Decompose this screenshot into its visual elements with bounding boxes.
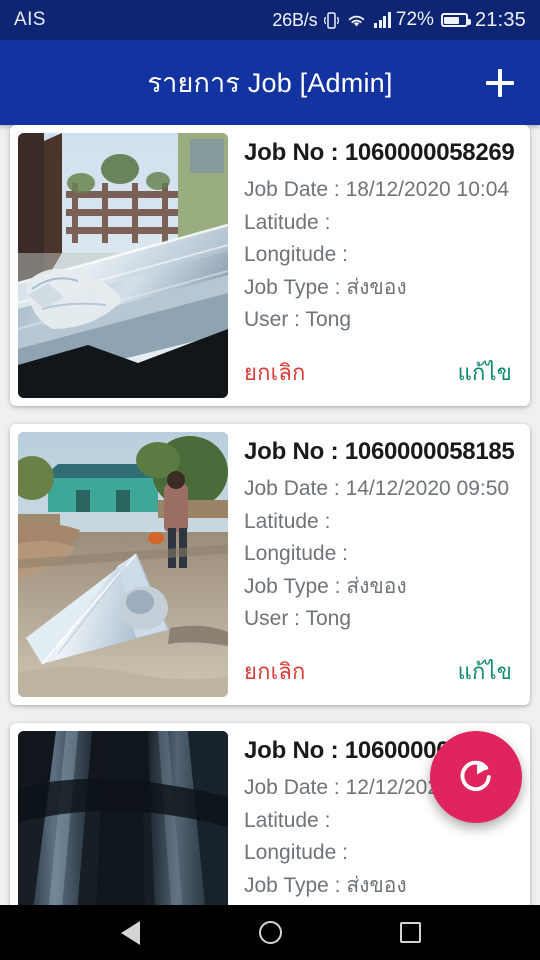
cancel-button[interactable]: ยกเลิก xyxy=(244,654,306,689)
battery-icon xyxy=(440,13,471,27)
job-date-label: Job Date : xyxy=(244,178,340,201)
vibrate-icon xyxy=(324,11,340,30)
user-label: User : xyxy=(244,308,301,332)
edit-button[interactable]: แก้ไข xyxy=(458,654,512,689)
job-no-label: Job No : xyxy=(244,139,339,166)
job-date-row: Job Date : 18/12/2020 10:04 xyxy=(244,174,530,207)
job-type-value: ส่งของ xyxy=(346,574,407,598)
job-type-label: Job Type : xyxy=(244,275,341,299)
job-type-row: Job Type : ส่งของ xyxy=(244,870,530,903)
android-nav-bar xyxy=(0,905,540,960)
network-speed-label: 26B/s xyxy=(272,9,318,30)
job-thumbnail[interactable] xyxy=(18,731,228,905)
longitude-label: Longitude : xyxy=(244,542,348,566)
job-no-label: Job No : xyxy=(244,438,339,465)
user-row: User : Tong xyxy=(244,603,530,636)
job-type-value: ส่งของ xyxy=(346,873,407,897)
status-icons: 26B/s 72% 21:35 xyxy=(272,9,526,32)
job-thumbnail[interactable] xyxy=(18,133,228,398)
job-no-value: 1060000058185 xyxy=(344,438,515,465)
job-no-value: 1060000058269 xyxy=(344,139,515,166)
longitude-label: Longitude : xyxy=(244,841,348,865)
page-title: รายการ Job [Admin] xyxy=(147,68,393,98)
nav-recents-button[interactable] xyxy=(380,905,440,960)
plus-icon xyxy=(486,68,514,97)
roofing-sheets-night-photo xyxy=(18,731,228,905)
clock-label: 21:35 xyxy=(474,8,526,31)
refresh-icon xyxy=(460,760,491,791)
add-job-button[interactable] xyxy=(474,57,526,109)
latitude-label: Latitude : xyxy=(244,808,331,832)
recents-square-icon xyxy=(399,922,421,943)
job-no-label: Job No : xyxy=(244,737,339,764)
job-card[interactable]: Job No : 1060000058269 Job Date : 18/12/… xyxy=(10,125,530,406)
user-row: User : Tong xyxy=(244,304,530,337)
battery-percent-label: 72% xyxy=(395,9,434,30)
job-no-row: Job No : 1060000058269 xyxy=(244,139,530,167)
job-type-label: Job Type : xyxy=(244,574,341,598)
status-bar: AIS 26B/s 72% 21:35 xyxy=(0,0,540,40)
latitude-label: Latitude : xyxy=(244,210,331,234)
job-no-row: Job No : 1060000058185 xyxy=(244,438,530,466)
latitude-row: Latitude : xyxy=(244,207,530,240)
phone-screen: AIS 26B/s 72% 21:35 รายการ Job [Admin] J… xyxy=(0,0,540,960)
job-date-label: Job Date : xyxy=(244,477,340,500)
job-card[interactable]: Job No : 1060000058185 Job Date : 14/12/… xyxy=(10,424,530,705)
app-bar: รายการ Job [Admin] xyxy=(0,40,540,125)
job-date-value: 18/12/2020 10:04 xyxy=(345,178,510,201)
longitude-label: Longitude : xyxy=(244,243,348,267)
cancel-button[interactable]: ยกเลิก xyxy=(244,355,306,390)
edit-button[interactable]: แก้ไข xyxy=(458,355,512,390)
user-value: Tong xyxy=(305,607,352,631)
job-date-row: Job Date : 14/12/2020 09:50 xyxy=(244,473,530,506)
carrier-label: AIS xyxy=(14,9,46,30)
nav-home-button[interactable] xyxy=(240,905,300,960)
nav-back-button[interactable] xyxy=(100,905,160,960)
back-triangle-icon xyxy=(120,920,140,945)
longitude-row: Longitude : xyxy=(244,538,530,571)
job-type-row: Job Type : ส่งของ xyxy=(244,272,530,305)
roofing-sheet-on-ground-photo xyxy=(18,432,228,697)
job-type-value: ส่งของ xyxy=(346,275,407,299)
job-details: Job No : 1060000058269 Job Date : 18/12/… xyxy=(228,125,530,406)
wifi-icon xyxy=(346,12,367,29)
job-details: Job No : 1060000058185 Job Date : 14/12/… xyxy=(228,424,530,705)
user-value: Tong xyxy=(305,308,352,332)
longitude-row: Longitude : xyxy=(244,239,530,272)
job-thumbnail[interactable] xyxy=(18,432,228,697)
job-date-label: Job Date : xyxy=(244,776,340,799)
signal-bars-icon xyxy=(374,12,391,28)
latitude-row: Latitude : xyxy=(244,506,530,539)
card-actions: ยกเลิก แก้ไข xyxy=(244,644,530,705)
longitude-row: Longitude : xyxy=(244,837,530,870)
roofing-sheets-on-terrace-photo xyxy=(18,133,228,398)
user-label: User : xyxy=(244,607,301,631)
latitude-label: Latitude : xyxy=(244,509,331,533)
job-type-label: Job Type : xyxy=(244,873,341,897)
job-type-row: Job Type : ส่งของ xyxy=(244,571,530,604)
refresh-fab-button[interactable] xyxy=(430,731,522,823)
card-actions: ยกเลิก แก้ไข xyxy=(244,345,530,406)
home-circle-icon xyxy=(258,921,282,944)
job-date-value: 14/12/2020 09:50 xyxy=(345,477,510,500)
